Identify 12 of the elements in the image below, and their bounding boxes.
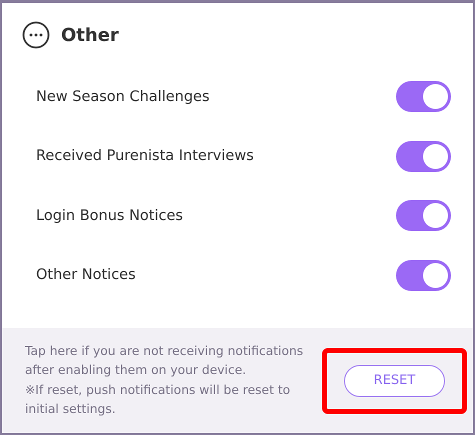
setting-label: New Season Challenges [36, 88, 210, 105]
help-text: Tap here if you are not receiving notifications after enabling them on your device. ※If reset, push notifications will be reset to initial settings. [25, 342, 304, 418]
setting-label: Other Notices [36, 267, 136, 284]
toggle-switch[interactable] [396, 260, 451, 291]
setting-label: Received Purenista Interviews [36, 148, 254, 164]
section-title: Other [61, 24, 119, 46]
setting-label: Login Bonus Notices [36, 208, 183, 224]
toggle-switch[interactable] [396, 200, 451, 232]
more-icon [22, 21, 50, 49]
reset-button[interactable]: RESET [344, 364, 445, 396]
toggle-switch[interactable] [396, 140, 451, 172]
toggle-switch[interactable] [396, 81, 451, 112]
